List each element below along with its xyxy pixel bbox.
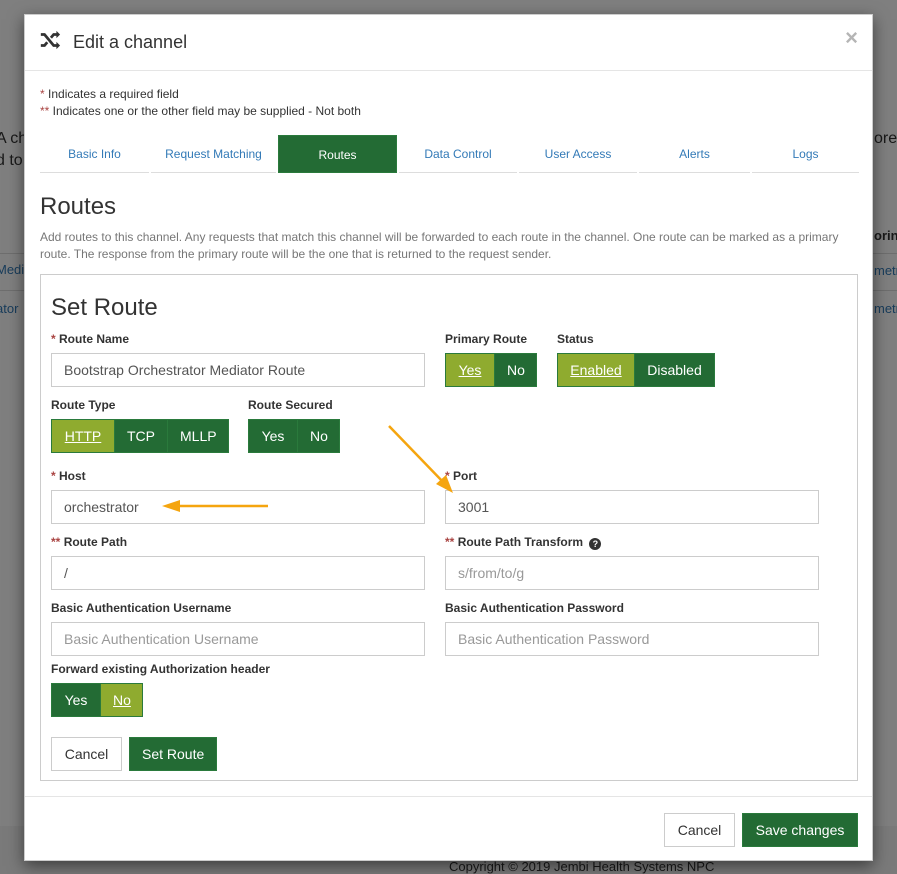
cancel-button[interactable]: Cancel	[664, 813, 735, 847]
route-path-transform-label: ** Route Path Transform ?	[445, 535, 602, 550]
label-text: Route Path Transform	[457, 535, 584, 549]
channel-tabs: Basic Info Request Matching Routes Data …	[40, 135, 859, 173]
port-input[interactable]	[445, 490, 819, 524]
route-name-input[interactable]	[51, 353, 425, 387]
host-label: * Host	[51, 469, 86, 483]
route-type-toggle: HTTP TCP MLLP	[51, 419, 229, 453]
route-type-tcp[interactable]: TCP	[114, 420, 167, 452]
primary-route-yes[interactable]: Yes	[446, 354, 494, 386]
label-text: Host	[59, 469, 86, 483]
required-legend: * Indicates a required field ** Indicate…	[40, 86, 361, 120]
modal-title: Edit a channel	[73, 32, 188, 52]
route-secured-no[interactable]: No	[297, 420, 339, 452]
tab-user-access[interactable]: User Access	[519, 135, 637, 173]
basic-auth-password-input[interactable]	[445, 622, 819, 656]
either-mark: **	[445, 535, 455, 549]
route-path-transform-input[interactable]	[445, 556, 819, 590]
primary-route-no[interactable]: No	[494, 354, 536, 386]
route-secured-toggle: Yes No	[248, 419, 340, 453]
modal-footer: Cancel Save changes	[25, 796, 872, 862]
basic-auth-username-input[interactable]	[51, 622, 425, 656]
label-text: Route Path	[63, 535, 128, 549]
either-mark: **	[40, 104, 50, 118]
route-type-http[interactable]: HTTP	[52, 420, 114, 452]
forward-auth-no[interactable]: No	[100, 684, 142, 716]
route-path-label: ** Route Path	[51, 535, 127, 549]
set-route-button[interactable]: Set Route	[129, 737, 217, 771]
forward-auth-yes[interactable]: Yes	[52, 684, 100, 716]
tab-routes[interactable]: Routes	[278, 135, 397, 173]
tab-basic-info[interactable]: Basic Info	[40, 135, 149, 173]
modal-header: Edit a channel ×	[25, 15, 872, 71]
label-text: Port	[453, 469, 478, 483]
required-mark: *	[51, 332, 56, 346]
tab-logs[interactable]: Logs	[752, 135, 859, 173]
section-description: Add routes to this channel. Any requests…	[40, 230, 839, 261]
required-mark: *	[445, 469, 450, 483]
required-mark: *	[51, 469, 56, 483]
set-route-panel: Set Route * Route Name Primary Route Yes…	[40, 274, 858, 781]
route-name-label: * Route Name	[51, 332, 129, 346]
either-legend-text: Indicates one or the other field may be …	[49, 104, 361, 118]
route-type-label: Route Type	[51, 398, 116, 412]
primary-route-toggle: Yes No	[445, 353, 537, 387]
basic-auth-username-label: Basic Authentication Username	[51, 601, 232, 615]
tab-alerts[interactable]: Alerts	[639, 135, 750, 173]
status-disabled[interactable]: Disabled	[634, 354, 714, 386]
section-title: Routes	[40, 193, 117, 220]
edit-channel-modal: Edit a channel × * Indicates a required …	[24, 14, 873, 861]
panel-title: Set Route	[51, 294, 158, 321]
status-enabled[interactable]: Enabled	[558, 354, 634, 386]
question-circle-icon[interactable]: ?	[589, 538, 602, 550]
route-secured-yes[interactable]: Yes	[249, 420, 297, 452]
label-text: Route Name	[59, 332, 130, 346]
route-path-input[interactable]	[51, 556, 425, 590]
required-legend-text: Indicates a required field	[44, 87, 179, 101]
route-secured-label: Route Secured	[248, 398, 333, 412]
port-label: * Port	[445, 469, 477, 483]
save-changes-button[interactable]: Save changes	[742, 813, 858, 847]
tab-data-control[interactable]: Data Control	[399, 135, 517, 173]
host-input[interactable]	[51, 490, 425, 524]
route-type-mllp[interactable]: MLLP	[167, 420, 228, 452]
shuffle-icon	[40, 30, 61, 50]
tab-request-matching[interactable]: Request Matching	[151, 135, 276, 173]
cancel-route-button[interactable]: Cancel	[51, 737, 122, 771]
forward-auth-label: Forward existing Authorization header	[51, 662, 270, 676]
status-label: Status	[557, 332, 594, 346]
forward-auth-toggle: Yes No	[51, 683, 143, 717]
primary-route-label: Primary Route	[445, 332, 528, 346]
basic-auth-password-label: Basic Authentication Password	[445, 601, 624, 615]
status-toggle: Enabled Disabled	[557, 353, 715, 387]
close-icon[interactable]: ×	[845, 27, 858, 49]
either-mark: **	[51, 535, 61, 549]
